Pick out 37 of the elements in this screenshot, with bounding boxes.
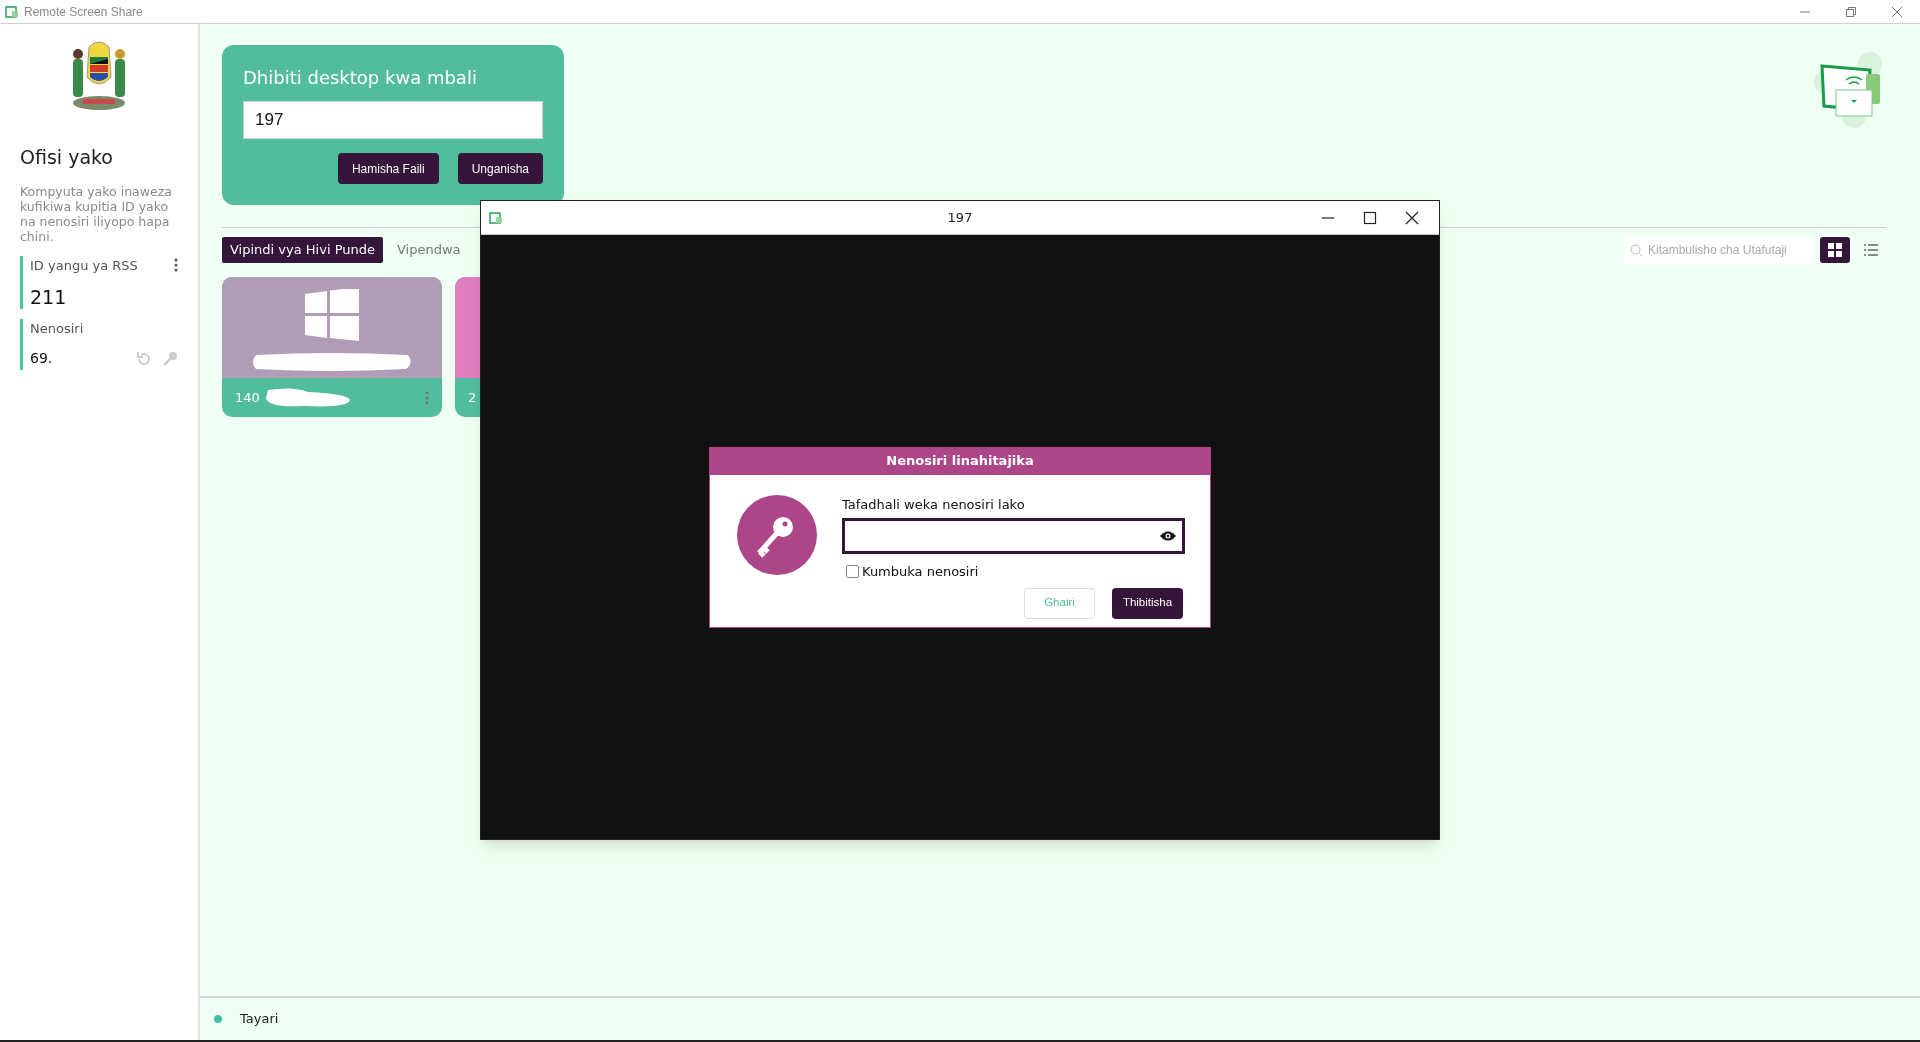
card-title: Dhibiti desktop kwa mbali (243, 66, 478, 90)
password-field[interactable] (842, 518, 1185, 554)
window-title: 197 (947, 208, 973, 227)
grid-view-icon (1828, 243, 1842, 257)
checkbox-label: Kumbuka nenosiri (862, 563, 979, 581)
maximize-icon[interactable] (1363, 210, 1377, 225)
list-view-icon (1864, 244, 1878, 256)
tab[interactable]: Vipendwa (388, 237, 469, 263)
app-icon (489, 210, 503, 225)
app-icon (5, 4, 19, 19)
tab[interactable]: Vipindi vya Hivi Punde (222, 237, 383, 263)
close-icon[interactable] (1405, 210, 1419, 225)
session-id: 140 (235, 388, 260, 407)
dialog-button[interactable]: Thibitisha (1112, 587, 1183, 619)
action-button[interactable]: Unganisha (457, 153, 543, 184)
section-heading: Ofisi yako (20, 145, 114, 170)
restore-icon[interactable] (1845, 5, 1857, 18)
dialog-title: Nenosiri linahitajika (710, 447, 1210, 475)
eye-icon[interactable] (1160, 531, 1176, 541)
field-label: Nenosiri (30, 319, 85, 338)
search-field[interactable]: Kitambulisho cha Utafutaji (1624, 236, 1814, 264)
session-id: 2 (468, 388, 477, 407)
description-text: Kompyuta yako inaweza kufikiwa kupitia ID yako na nenosiri iliyopo hapa chini. (20, 183, 173, 244)
window-title: Remote Screen Share (24, 3, 143, 21)
windows-logo-icon (305, 289, 359, 341)
status-text: Tayari (240, 1010, 279, 1029)
prompt-text: Tafadhali weka nenosiri lako (842, 495, 1026, 514)
id-value: 211 (30, 285, 68, 310)
password-value: 69. (30, 349, 53, 368)
id-input-field[interactable]: 197 (243, 101, 543, 139)
view-toggle[interactable] (1820, 237, 1850, 263)
more-icon[interactable] (174, 258, 178, 273)
status-dot (214, 1015, 222, 1023)
action-button[interactable]: Hamisha Faili (337, 153, 439, 184)
key-icon (737, 494, 817, 575)
field-label: ID yangu ya RSS (30, 256, 138, 275)
checkbox[interactable] (846, 565, 859, 579)
